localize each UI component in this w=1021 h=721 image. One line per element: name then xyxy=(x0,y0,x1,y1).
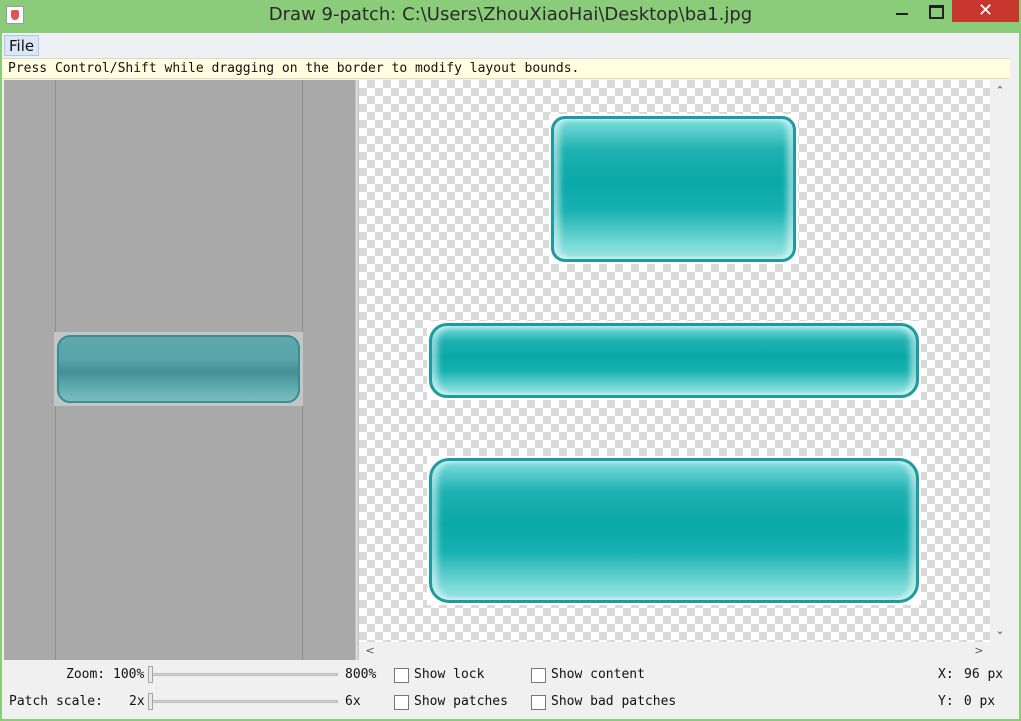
preview-horizontal-stretch xyxy=(429,323,919,398)
scroll-up-icon[interactable]: ⌃ xyxy=(990,82,1010,100)
preview-both-stretch xyxy=(429,458,919,603)
zoom-label: Zoom: xyxy=(66,667,106,682)
source-image[interactable] xyxy=(54,332,303,406)
source-button-graphic xyxy=(57,335,300,403)
patch-scale-slider-thumb[interactable] xyxy=(148,693,153,710)
zoom-max-label: 800% xyxy=(345,667,377,682)
zoom-slider[interactable] xyxy=(150,673,338,676)
patch-scale-label: Patch scale: xyxy=(9,694,103,709)
show-patches-checkbox[interactable] xyxy=(394,695,409,710)
show-content-checkbox[interactable] xyxy=(531,668,546,683)
patch-editor-panel[interactable] xyxy=(4,80,355,660)
scroll-left-icon[interactable]: < xyxy=(361,642,379,660)
window-title: Draw 9-patch: C:\Users\ZhouXiaoHai\Deskt… xyxy=(268,4,753,25)
patch-scale-slider[interactable] xyxy=(150,700,338,703)
client-area: File Press Control/Shift while dragging … xyxy=(2,33,1019,719)
show-bad-patches-label[interactable]: Show bad patches xyxy=(551,694,676,709)
show-lock-checkbox[interactable] xyxy=(394,668,409,683)
patch-scale-min-label: 2x xyxy=(129,694,145,709)
x-coordinate-value: 96 px xyxy=(964,667,1004,682)
zoom-min-label: 100% xyxy=(113,667,145,682)
menu-file[interactable]: File xyxy=(4,35,40,56)
zoom-slider-thumb[interactable] xyxy=(148,666,153,683)
show-content-label[interactable]: Show content xyxy=(551,667,645,682)
controls-bar: Zoom: 100% 800% Patch scale: 2x 6x Show … xyxy=(2,660,1010,719)
y-coordinate-value: 0 px xyxy=(956,694,996,709)
close-icon[interactable]: ✕ xyxy=(952,0,1019,22)
show-lock-label[interactable]: Show lock xyxy=(414,667,484,682)
horizontal-scrollbar[interactable]: < > xyxy=(359,642,990,660)
hint-bar: Press Control/Shift while dragging on th… xyxy=(2,59,1010,79)
title-bar[interactable]: Draw 9-patch: C:\Users\ZhouXiaoHai\Deskt… xyxy=(0,0,1021,32)
menu-bar: File xyxy=(2,33,1010,59)
patch-scale-max-label: 6x xyxy=(345,694,361,709)
stretch-preview-panel xyxy=(359,80,990,642)
scroll-down-icon[interactable]: ⌄ xyxy=(990,622,1010,640)
scroll-right-icon[interactable]: > xyxy=(970,642,988,660)
app-window: Draw 9-patch: C:\Users\ZhouXiaoHai\Deskt… xyxy=(0,0,1021,721)
y-coordinate-label: Y: xyxy=(938,694,954,709)
preview-vertical-stretch xyxy=(551,116,796,262)
show-patches-label[interactable]: Show patches xyxy=(414,694,508,709)
show-bad-patches-checkbox[interactable] xyxy=(531,695,546,710)
x-coordinate-label: X: xyxy=(938,667,954,682)
vertical-scrollbar[interactable]: ⌃ ⌄ xyxy=(990,80,1010,642)
